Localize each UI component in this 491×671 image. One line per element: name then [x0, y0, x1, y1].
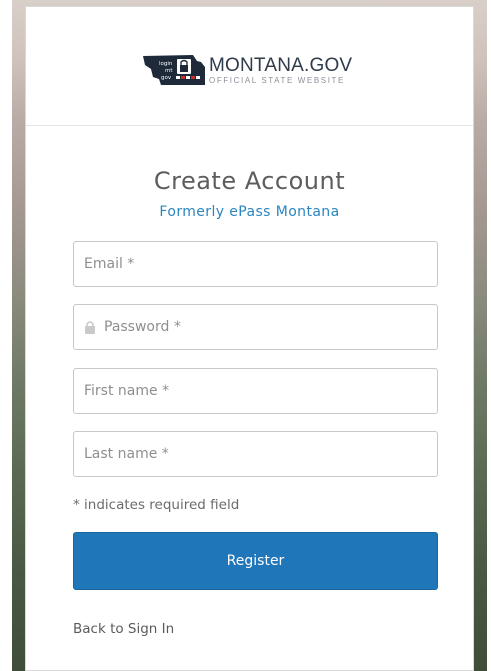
first-name-field[interactable] [73, 368, 438, 414]
email-input[interactable] [84, 256, 437, 272]
logo-mark-text-gov: gov [161, 75, 172, 81]
first-name-input[interactable] [84, 383, 437, 399]
page-subtitle: Formerly ePass Montana [159, 204, 340, 220]
page-frame: login mt gov MONTANA.GOV OFFICIAL STATE … [0, 0, 491, 671]
montana-map-icon: login mt gov [141, 53, 207, 87]
page-edge-left [0, 0, 12, 671]
back-to-sign-in-link[interactable]: Back to Sign In [73, 621, 174, 637]
register-button[interactable]: Register [73, 532, 438, 590]
password-input[interactable] [104, 319, 437, 335]
page-title: Create Account [153, 167, 346, 195]
logo-subtitle: OFFICIAL STATE WEBSITE [209, 75, 345, 85]
password-field[interactable] [73, 304, 438, 350]
required-field-note: * indicates required field [73, 497, 240, 513]
last-name-field[interactable] [73, 431, 438, 477]
lock-icon [84, 320, 96, 334]
montana-gov-logo[interactable]: login mt gov MONTANA.GOV OFFICIAL STATE … [141, 53, 352, 87]
logo-mark-text-login: login [159, 61, 173, 67]
logo-mark-text-mt: mt [165, 68, 173, 74]
logo-text: MONTANA.GOV OFFICIAL STATE WEBSITE [209, 56, 352, 85]
email-field[interactable] [73, 241, 438, 287]
logo-title: MONTANA.GOV [209, 54, 353, 76]
card-header: login mt gov MONTANA.GOV OFFICIAL STATE … [26, 7, 473, 126]
signup-card: login mt gov MONTANA.GOV OFFICIAL STATE … [25, 6, 474, 671]
last-name-input[interactable] [84, 446, 437, 462]
page-edge-right [487, 0, 491, 671]
